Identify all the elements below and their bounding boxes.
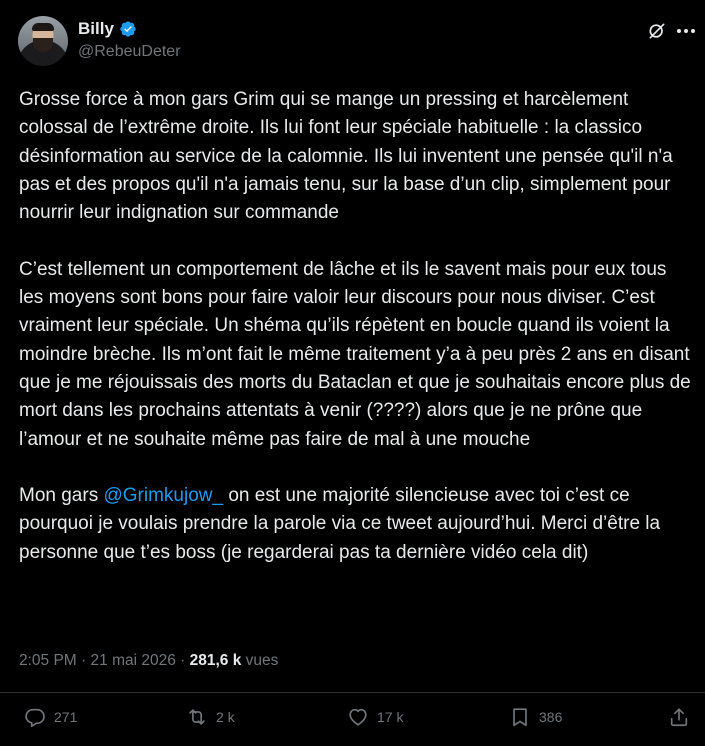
tweet-meta: 2:05 PM · 21 mai 2026 · 281,6 k vues [19,652,278,670]
share-button[interactable] [668,706,690,728]
grok-icon[interactable] [647,21,667,41]
share-icon [670,708,688,727]
tweet-text: Grosse force à mon gars Grim qui se mang… [19,86,695,567]
like-count: 17 k [377,709,404,725]
author-handle[interactable]: @RebeuDeter [78,43,181,61]
more-icon[interactable] [677,29,695,33]
like-icon [349,708,367,726]
bookmark-button[interactable]: 386 [509,706,562,728]
tweet-time[interactable]: 2:05 PM [19,652,77,669]
views-count: 281,6 k [189,652,242,669]
tweet-paragraph-3-prefix: Mon gars [19,485,104,507]
reply-button[interactable]: 271 [24,706,77,728]
author-row: Billy [78,19,137,39]
divider [0,692,705,693]
action-bar: 271 2 k 17 k 386 [0,706,705,738]
author-name[interactable]: Billy [78,19,114,39]
repost-count: 2 k [216,709,235,725]
like-button[interactable]: 17 k [347,706,403,728]
tweet-paragraph-1: Grosse force à mon gars Grim qui se mang… [19,89,678,224]
repost-button[interactable]: 2 k [186,706,235,728]
repost-icon [189,709,205,725]
tweet: Billy @RebeuDeter Grosse force à mon gar… [0,0,705,746]
verified-badge-icon [120,21,136,37]
tweet-paragraph-2: C’est tellement un comportement de lâche… [19,258,697,450]
bookmark-count: 386 [539,709,563,725]
tweet-date[interactable]: 21 mai 2026 [91,652,176,669]
meta-separator: · [180,652,186,669]
reply-count: 271 [54,709,78,725]
avatar[interactable] [18,16,68,66]
meta-separator: · [81,652,87,669]
mention-link[interactable]: @Grimkujow_ [103,485,223,506]
bookmark-icon [513,708,527,727]
views-label: vues [245,652,279,669]
reply-icon [25,708,45,727]
